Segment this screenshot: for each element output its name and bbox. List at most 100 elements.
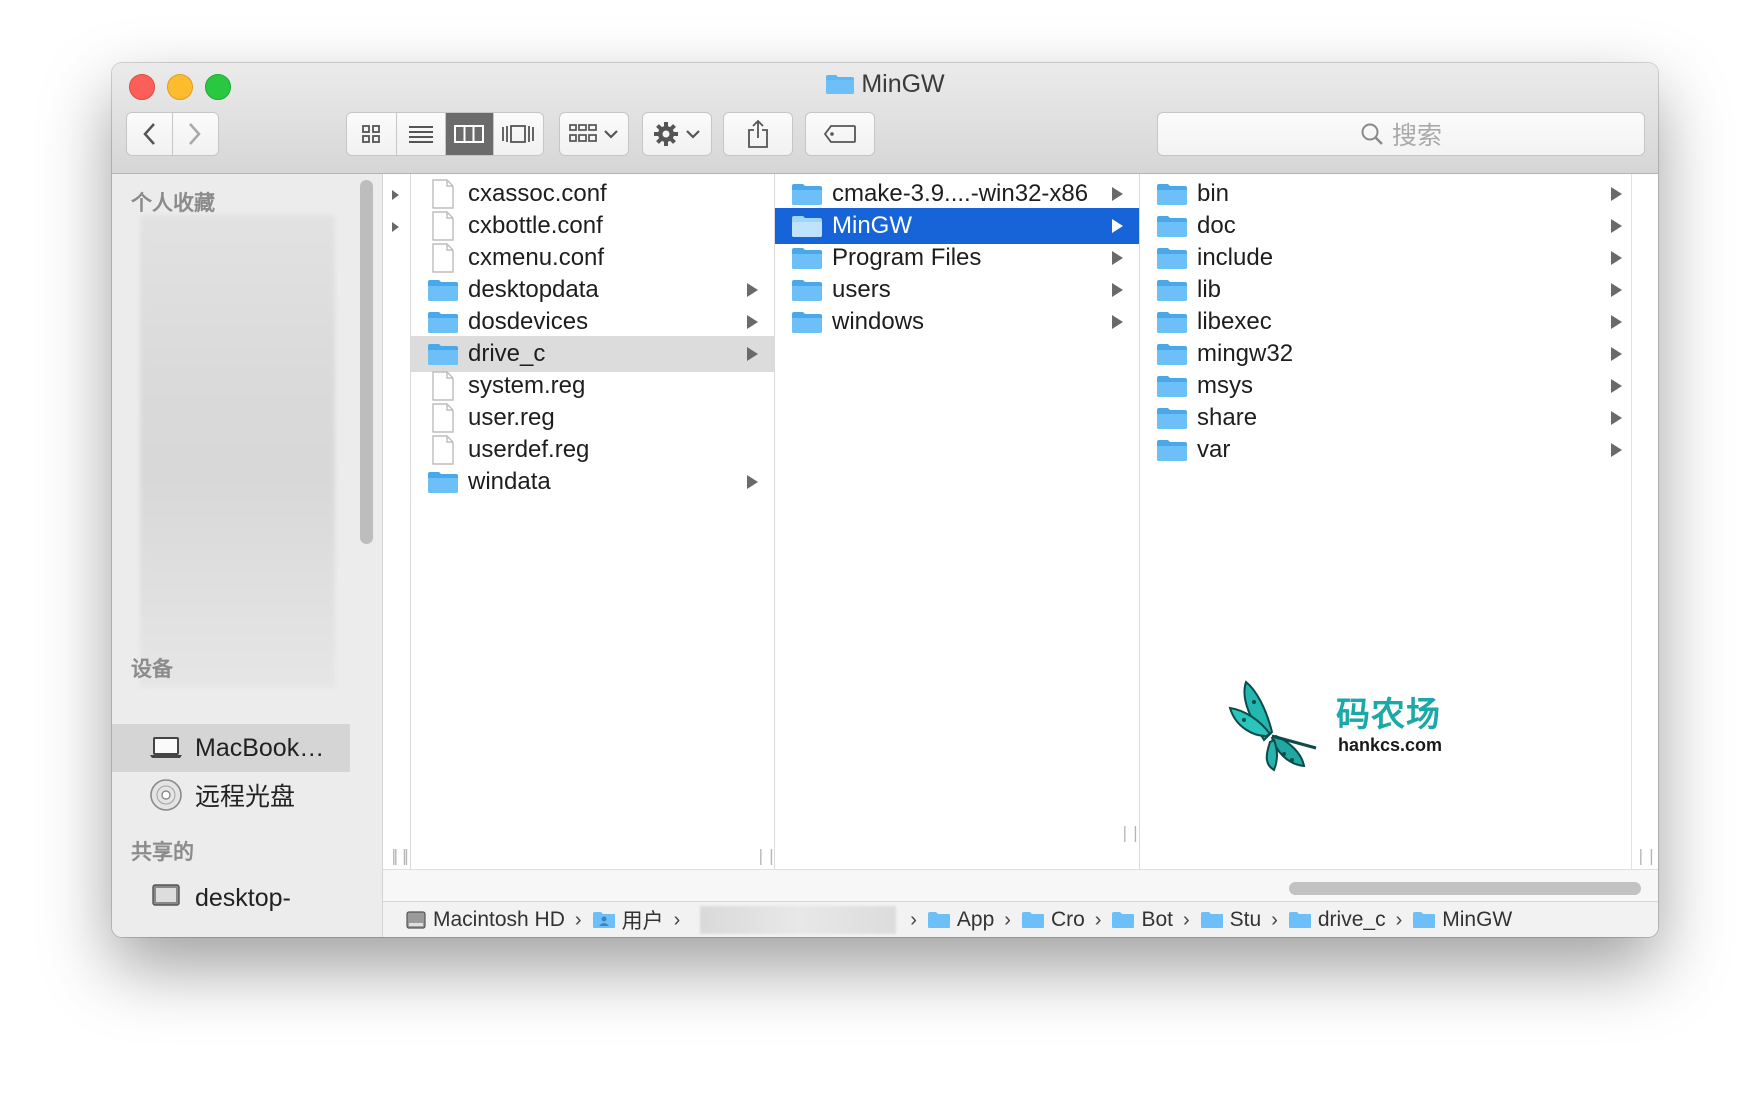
list-item-selected[interactable]: MinGW [775,208,1139,244]
redacted-favorites [140,215,335,688]
sidebar-item-remote-disc[interactable]: 远程光盘 [112,771,350,819]
path-separator-icon: › [1395,908,1403,931]
sidebar-item-macbook[interactable]: MacBook… [112,724,350,772]
chevron-right-icon [189,123,201,145]
item-label: userdef.reg [468,436,590,463]
sidebar-favorites-heading: 个人收藏 [131,192,215,215]
path-item-drive-c[interactable]: drive_c [1288,908,1386,932]
group-by-button[interactable] [559,112,629,156]
tags-button[interactable] [805,112,875,156]
list-item[interactable]: windata [411,464,774,500]
item-label: drive_c [468,340,546,367]
sidebar: 个人收藏 设备 MacBook… 远程光盘 共享的 desktop- [112,174,383,937]
list-item[interactable]: dosdevices [411,304,774,340]
disc-icon [150,779,182,811]
disclosure-arrow-icon [1112,251,1123,265]
list-item[interactable]: cxmenu.conf [411,240,774,276]
path-item-app[interactable]: App [927,908,994,932]
sidebar-scrollbar[interactable] [360,180,373,544]
finder-window: MinGW 搜索 个人收藏 设备 MacBook… 远程光盘 共享的 deskt… [112,63,1658,937]
sidebar-item-label: 远程光盘 [195,783,296,811]
list-item[interactable]: desktopdata [411,272,774,308]
folder-icon [1413,912,1436,928]
path-bar: Macintosh HD › 用户 › › App › Cro › Bot › … [383,901,1658,937]
column-resize-grip[interactable]: || [389,846,410,865]
forward-button[interactable] [172,113,218,155]
disclosure-arrow-icon [1611,187,1622,201]
horizontal-scroll-thumb[interactable] [1289,882,1641,895]
item-label: windows [832,308,925,335]
disclosure-arrow-icon [1611,379,1622,393]
list-item[interactable]: windows [775,304,1139,340]
item-label: users [832,276,891,303]
list-item[interactable]: user.reg [411,400,774,436]
list-item[interactable]: doc [1140,208,1632,244]
list-item[interactable]: users [775,272,1139,308]
list-item[interactable]: cxassoc.conf [411,176,774,212]
folder-icon [792,312,822,333]
laptop-icon [150,737,182,758]
list-item[interactable]: bin [1140,176,1632,212]
folder-icon [1157,344,1187,365]
item-label: MinGW [832,212,912,239]
path-item-bot[interactable]: Bot [1111,908,1173,932]
list-view-button[interactable] [396,113,446,155]
item-label: include [1197,244,1274,271]
list-item[interactable]: var [1140,432,1632,468]
window-title: MinGW [112,70,1658,99]
disclosure-arrow-icon [1112,283,1123,297]
list-item[interactable]: mingw32 [1140,336,1632,372]
icon-view-button[interactable] [347,113,397,155]
list-item[interactable]: userdef.reg [411,432,774,468]
butterfly-logo-icon [1228,680,1317,772]
search-icon [1361,123,1383,145]
cover-flow-icon [502,125,535,143]
column-right-divider [1631,174,1632,869]
item-label: windata [468,468,551,495]
list-item-path-selected[interactable]: drive_c [411,336,774,372]
list-item[interactable]: include [1140,240,1632,276]
folder-icon [1157,216,1187,237]
chevron-left-icon [143,123,156,145]
document-icon [432,211,454,241]
disclosure-arrow-icon [392,222,399,232]
item-label: user.reg [468,404,555,431]
path-label: MinGW [1442,908,1513,931]
item-label: cxmenu.conf [468,244,605,271]
item-label: lib [1197,276,1222,303]
list-item[interactable]: Program Files [775,240,1139,276]
disclosure-arrow-icon [747,475,758,489]
list-item[interactable]: libexec [1140,304,1632,340]
list-item[interactable]: lib [1140,272,1632,308]
path-separator-icon: › [1004,908,1011,931]
cover-flow-view-button[interactable] [493,113,543,155]
path-item-macintosh-hd[interactable]: Macintosh HD [405,908,565,932]
horizontal-scrollbar[interactable] [383,869,1658,902]
search-field[interactable]: 搜索 [1157,112,1645,156]
sidebar-item-desktop[interactable]: desktop- [112,874,350,922]
folder-icon [927,912,950,928]
list-item[interactable]: cmake-3.9....-win32-x86 [775,176,1139,212]
list-item[interactable]: share [1140,400,1632,436]
document-icon [432,403,454,433]
back-button[interactable] [127,113,173,155]
users-folder-icon [592,912,615,928]
path-item-mingw[interactable]: MinGW [1412,908,1512,932]
path-item-stu[interactable]: Stu [1200,908,1261,932]
list-item[interactable]: system.reg [411,368,774,404]
sidebar-shared-heading: 共享的 [131,841,194,864]
share-button[interactable] [723,112,793,156]
action-menu-button[interactable] [642,112,712,156]
column-resize-grip[interactable]: || [1120,823,1141,842]
folder-icon [428,344,458,365]
list-item[interactable]: msys [1140,368,1632,404]
folder-icon [1157,184,1187,205]
column-resize-grip[interactable]: || [1636,846,1657,865]
column-view-button[interactable] [446,113,494,155]
item-label: bin [1197,180,1230,207]
path-item-cro[interactable]: Cro [1021,908,1085,932]
disclosure-arrow-icon [747,347,758,361]
path-label: Macintosh HD [433,908,565,931]
list-item[interactable]: cxbottle.conf [411,208,774,244]
path-item-users[interactable]: 用户 [592,905,664,935]
